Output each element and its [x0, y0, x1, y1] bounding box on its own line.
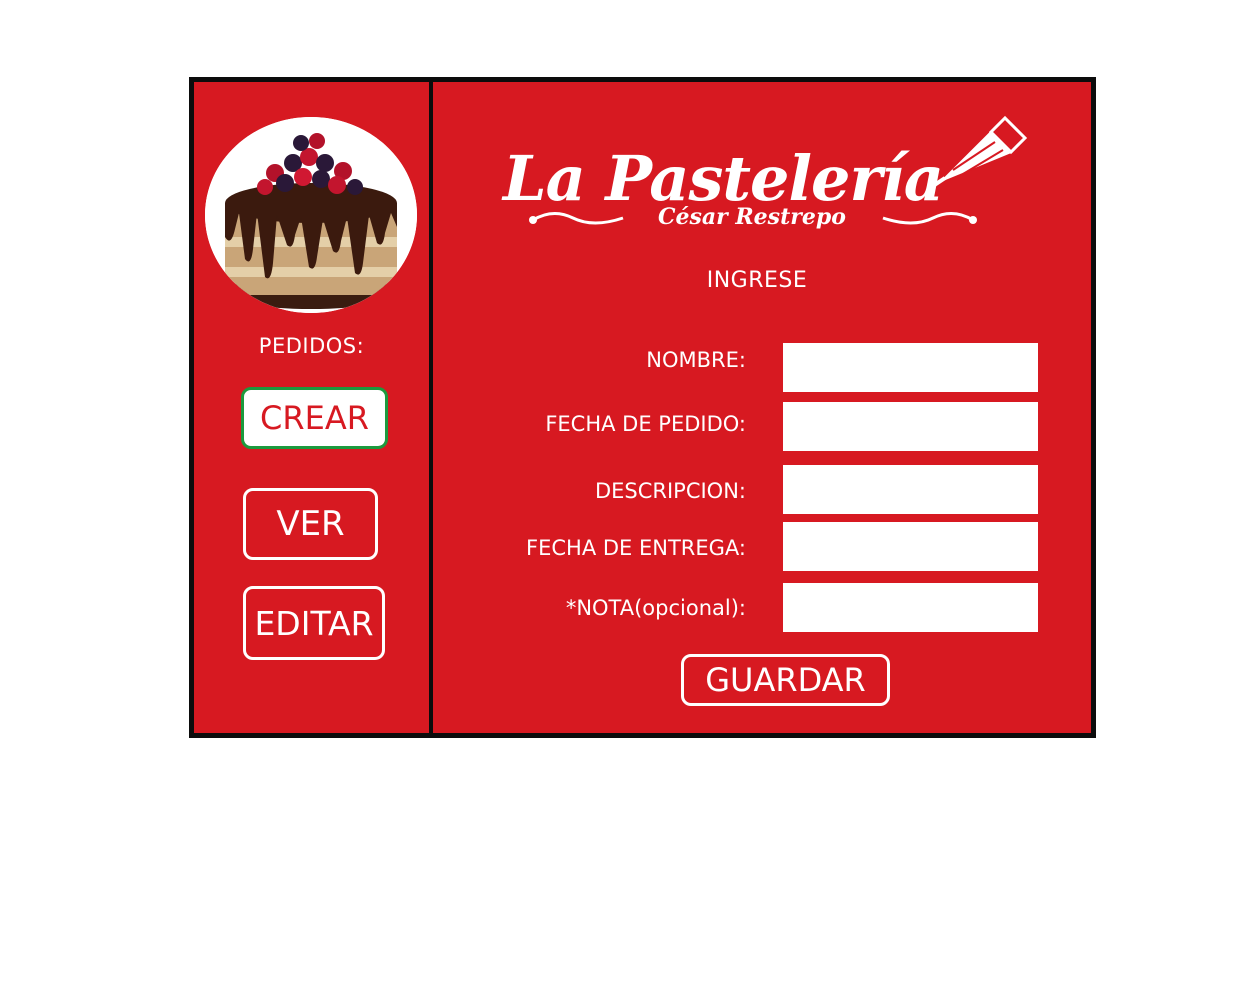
main-panel: La Pastelería César Restrepo INGRESE NOM…	[433, 82, 1091, 733]
ver-button[interactable]: VER	[243, 488, 378, 560]
pedidos-heading: PEDIDOS:	[258, 334, 365, 358]
nombre-input[interactable]	[783, 343, 1038, 392]
fecha-entrega-label: FECHA DE ENTREGA:	[526, 536, 746, 560]
descripcion-label: DESCRIPCION:	[594, 479, 746, 503]
logo-subtitle: César Restrepo	[658, 204, 846, 230]
fecha-entrega-input[interactable]	[783, 522, 1038, 571]
app-window: PEDIDOS: CREAR VER EDITAR La Pastelería …	[189, 77, 1096, 738]
nombre-label: NOMBRE:	[646, 348, 746, 372]
descripcion-input[interactable]	[783, 465, 1038, 514]
fecha-pedido-label: FECHA DE PEDIDO:	[545, 412, 746, 436]
form-heading: INGRESE	[706, 268, 808, 293]
piping-bag-icon	[933, 115, 1028, 188]
cake-image	[205, 117, 417, 313]
guardar-button[interactable]: GUARDAR	[681, 654, 890, 706]
fecha-pedido-input[interactable]	[783, 402, 1038, 451]
brand-logo: La Pastelería César Restrepo	[493, 112, 1033, 242]
sidebar: PEDIDOS: CREAR VER EDITAR	[194, 82, 433, 733]
nota-label: *NOTA(opcional):	[565, 596, 746, 620]
editar-button[interactable]: EDITAR	[243, 586, 385, 660]
crear-button[interactable]: CREAR	[241, 387, 388, 449]
nota-input[interactable]	[783, 583, 1038, 632]
cake-illustration	[205, 117, 417, 313]
